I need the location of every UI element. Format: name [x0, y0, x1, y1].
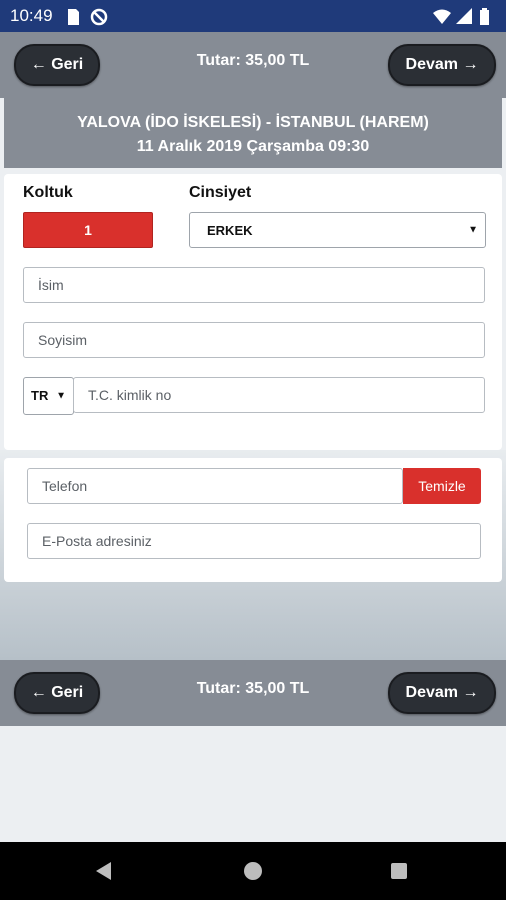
status-time: 10:49 — [10, 6, 53, 25]
phone-input[interactable]: Telefon — [27, 468, 403, 504]
gender-label: Cinsiyet — [189, 184, 252, 201]
contact-card: Telefon Temizle E-Posta adresiniz — [4, 458, 502, 582]
status-left-icons — [66, 8, 112, 31]
seat-button[interactable]: 1 — [23, 212, 153, 248]
dropdown-arrow-icon: ▼ — [56, 390, 66, 402]
continue-button-bottom[interactable]: Devam → — [388, 672, 496, 714]
back-triangle-icon[interactable] — [96, 862, 111, 880]
phone-placeholder: Telefon — [42, 478, 88, 494]
id-number-input[interactable]: T.C. kimlik no — [73, 377, 485, 413]
system-nav-bar — [0, 842, 506, 900]
empty-area — [0, 726, 506, 842]
surname-input[interactable]: Soyisim — [23, 322, 485, 358]
home-circle-icon[interactable] — [244, 862, 262, 880]
no-sync-icon — [90, 8, 108, 26]
sd-card-icon — [68, 9, 79, 25]
recents-square-icon[interactable] — [391, 863, 407, 879]
surname-placeholder: Soyisim — [38, 332, 88, 348]
dropdown-arrow-icon: ▼ — [468, 224, 478, 236]
name-input[interactable]: İsim — [23, 267, 485, 303]
email-input[interactable]: E-Posta adresiniz — [27, 523, 481, 559]
battery-icon — [480, 8, 489, 25]
route-header: YALOVA (İDO İSKELESİ) - İSTANBUL (HAREM)… — [4, 98, 502, 168]
country-code-select[interactable]: TR ▼ — [23, 377, 74, 415]
top-action-bar: ← Geri Tutar: 35,00 TL Devam → — [0, 32, 506, 98]
status-bar: 10:49 — [0, 0, 506, 32]
seat-label: Koltuk — [23, 184, 73, 201]
bottom-action-bar: ← Geri Tutar: 35,00 TL Devam → — [0, 660, 506, 726]
id-number-placeholder: T.C. kimlik no — [88, 387, 172, 403]
status-right-icons — [432, 8, 496, 31]
email-placeholder: E-Posta adresiniz — [42, 533, 152, 549]
clear-button[interactable]: Temizle — [403, 468, 481, 504]
continue-button[interactable]: Devam → — [388, 44, 496, 86]
gender-select[interactable]: ERKEK ▼ — [189, 212, 486, 248]
route-datetime: 11 Aralık 2019 Çarşamba 09:30 — [136, 138, 370, 155]
name-placeholder: İsim — [38, 277, 64, 293]
route-name: YALOVA (İDO İSKELESİ) - İSTANBUL (HAREM) — [77, 114, 429, 131]
gender-value: ERKEK — [207, 223, 253, 238]
passenger-card: Koltuk Cinsiyet 1 ERKEK ▼ İsim Soyisim T… — [4, 174, 502, 450]
signal-icon — [456, 8, 472, 24]
country-code-value: TR — [31, 388, 49, 403]
wifi-icon — [433, 9, 451, 24]
